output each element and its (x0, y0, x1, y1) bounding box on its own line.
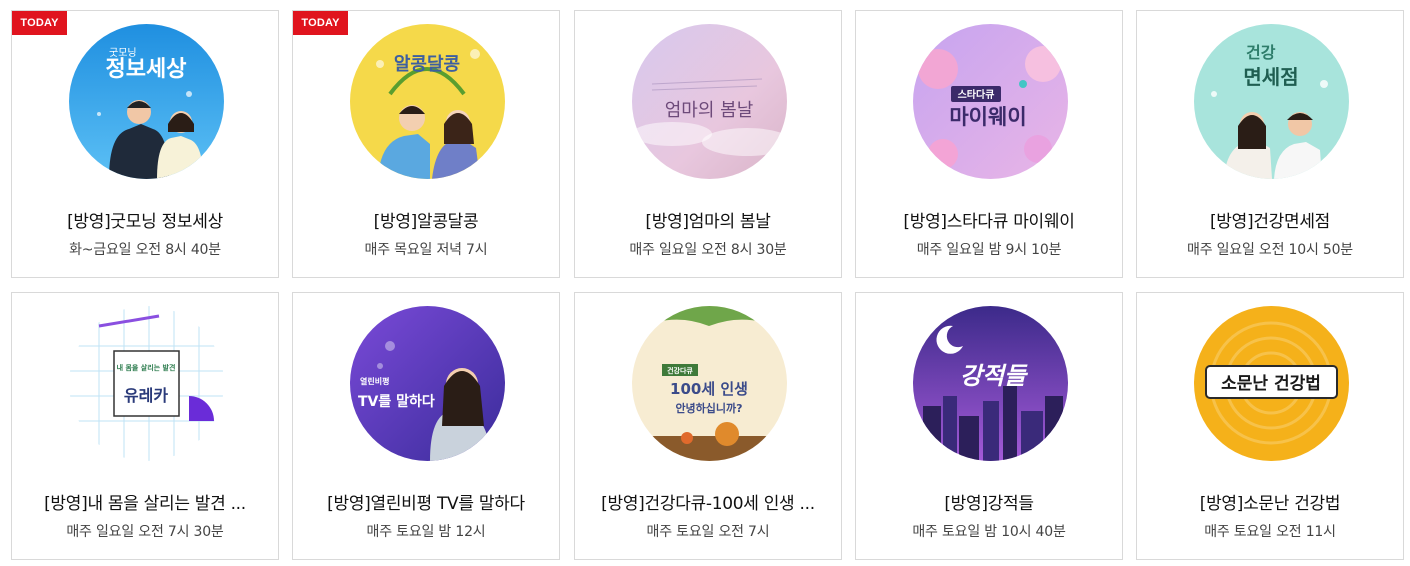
program-title[interactable]: [방영]소문난 건강법 (1145, 489, 1395, 514)
svg-text:엄마의 봄날: 엄마의 봄날 (665, 100, 754, 121)
program-title[interactable]: [방영]내 몸을 살리는 발견 ... (20, 489, 270, 514)
program-title[interactable]: [방영]열린비평 TV를 말하다 (301, 489, 551, 514)
program-grid: TODAY 굿모닝 정보세상 [방영]굿모닝 정보세상 화~금요일 오전 8시 … (0, 0, 1410, 566)
svg-text:안녕하십니까?: 안녕하십니까? (675, 401, 742, 415)
program-card[interactable]: 건강다큐 100세 인생 안녕하십니까? [방영]건강다큐-100세 인생 ..… (574, 292, 842, 560)
eureka-thumbnail[interactable]: 내 몸을 살리는 발견 유레카 (69, 306, 224, 461)
program-card[interactable]: 강적들 [방영]강적들 매주 토요일 밤 10시 40분 (855, 292, 1123, 560)
svg-text:강적들: 강적들 (960, 362, 1029, 390)
program-card[interactable]: 엄마의 봄날 [방영]엄마의 봄날 매주 일요일 오전 8시 30분 (574, 10, 842, 278)
program-schedule: 매주 일요일 오전 7시 30분 (66, 524, 224, 540)
my-way-thumbnail[interactable]: 스타다큐 마이웨이 (913, 24, 1068, 179)
mothers-spring-thumbnail[interactable]: 엄마의 봄날 (632, 24, 787, 179)
thumb-label: 건강다큐 (667, 366, 693, 375)
svg-text:유레카: 유레카 (124, 386, 168, 405)
program-title[interactable]: [방영]알콩달콩 (301, 207, 551, 232)
program-schedule: 매주 토요일 밤 10시 40분 (912, 524, 1066, 540)
program-title[interactable]: [방영]강적들 (864, 489, 1114, 514)
program-card[interactable]: TODAY 알콩달콩 [방영]알콩달콩 매주 목요일 저녁 7시 (292, 10, 560, 278)
program-title[interactable]: [방영]엄마의 봄날 (583, 207, 833, 232)
program-schedule: 매주 일요일 밤 9시 10분 (916, 242, 1062, 258)
svg-text:마이웨이: 마이웨이 (949, 105, 1026, 129)
program-schedule: 매주 토요일 밤 12시 (366, 524, 486, 540)
svg-text:소문난 건강법: 소문난 건강법 (1221, 374, 1321, 394)
program-title[interactable]: [방영]굿모닝 정보세상 (20, 207, 270, 232)
program-schedule: 매주 일요일 오전 10시 50분 (1187, 242, 1353, 258)
program-title[interactable]: [방영]스타다큐 마이웨이 (864, 207, 1114, 232)
program-card[interactable]: 소문난 건강법 [방영]소문난 건강법 매주 토요일 오전 11시 (1136, 292, 1404, 560)
program-title[interactable]: [방영]건강다큐-100세 인생 ... (583, 489, 833, 514)
alkong-dalkong-thumbnail[interactable]: 알콩달콩 (350, 24, 505, 179)
program-schedule: 매주 일요일 오전 8시 30분 (629, 242, 787, 258)
svg-text:면세점: 면세점 (1243, 65, 1298, 89)
program-card[interactable]: 건강 면세점 [방영]건강면세점 매주 일요일 오전 10시 50분 (1136, 10, 1404, 278)
open-criticism-thumbnail[interactable]: 열린비평 TV를 말하다 (350, 306, 505, 461)
svg-text:정보세상: 정보세상 (106, 57, 187, 82)
today-badge: TODAY (293, 11, 348, 35)
centenarian-life-thumbnail[interactable]: 건강다큐 100세 인생 안녕하십니까? (632, 306, 787, 461)
program-card[interactable]: TODAY 굿모닝 정보세상 [방영]굿모닝 정보세상 화~금요일 오전 8시 … (11, 10, 279, 278)
health-dutyfree-thumbnail[interactable]: 건강 면세점 (1194, 24, 1349, 179)
svg-text:열린비평: 열린비평 (360, 376, 389, 386)
svg-text:내 몸을 살리는 발견: 내 몸을 살리는 발견 (117, 363, 176, 372)
strong-enemies-thumbnail[interactable]: 강적들 (913, 306, 1068, 461)
program-schedule: 매주 토요일 오전 7시 (646, 524, 770, 540)
program-card[interactable]: 내 몸을 살리는 발견 유레카 [방영]내 몸을 살리는 발견 ... 매주 일… (11, 292, 279, 560)
program-card[interactable]: 열린비평 TV를 말하다 [방영]열린비평 TV를 말하다 매주 토요일 밤 1… (292, 292, 560, 560)
svg-text:TV를 말하다: TV를 말하다 (358, 393, 435, 410)
good-morning-thumbnail[interactable]: 굿모닝 정보세상 (69, 24, 224, 179)
svg-text:100세 인생: 100세 인생 (670, 380, 748, 398)
program-schedule: 화~금요일 오전 8시 40분 (69, 242, 221, 258)
today-badge: TODAY (12, 11, 67, 35)
svg-text:알콩달콩: 알콩달콩 (394, 54, 460, 75)
program-title[interactable]: [방영]건강면세점 (1145, 207, 1395, 232)
famous-health-thumbnail[interactable]: 소문난 건강법 (1194, 306, 1349, 461)
program-schedule: 매주 토요일 오전 11시 (1204, 524, 1336, 540)
program-schedule: 매주 목요일 저녁 7시 (364, 242, 488, 258)
svg-text:스타다큐: 스타다큐 (958, 88, 995, 101)
program-card[interactable]: 스타다큐 마이웨이 [방영]스타다큐 마이웨이 매주 일요일 밤 9시 10분 (855, 10, 1123, 278)
svg-text:건강: 건강 (1246, 43, 1276, 62)
